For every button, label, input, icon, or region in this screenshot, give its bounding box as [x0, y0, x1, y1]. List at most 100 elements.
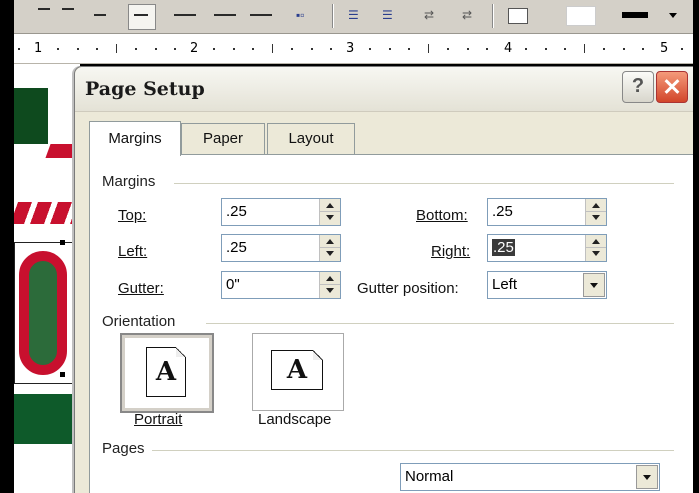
- ruler-dot: [389, 48, 391, 50]
- shadow-icon[interactable]: ▪▫: [296, 8, 305, 22]
- ruler-dot: [681, 48, 683, 50]
- landscape-option[interactable]: A: [252, 333, 344, 411]
- right-label: Right:: [431, 243, 471, 260]
- dialog-title: Page Setup: [85, 78, 205, 100]
- ruler-dot: [525, 48, 527, 50]
- left-spinner[interactable]: .25: [221, 234, 341, 262]
- spin-down-icon[interactable]: [320, 212, 340, 224]
- margins-tab-panel: Margins Top: .25 Left: .25 Gutter: 0" Bo…: [89, 154, 699, 493]
- top-spinner[interactable]: .25: [221, 198, 341, 226]
- gutter-spinner[interactable]: 0": [221, 271, 341, 299]
- resize-handle[interactable]: [60, 240, 65, 245]
- spin-down-icon[interactable]: [320, 285, 340, 297]
- right-value: .25: [492, 239, 515, 256]
- ruler-dot: [174, 48, 176, 50]
- spin-up-icon[interactable]: [586, 199, 606, 212]
- group-divider: [152, 450, 674, 451]
- line-style-button[interactable]: [128, 4, 156, 30]
- spin-up-icon[interactable]: [320, 235, 340, 248]
- landscape-label[interactable]: Landscape: [258, 411, 331, 428]
- screen-edge-right: [693, 0, 699, 493]
- ruler-number: 1: [34, 41, 43, 56]
- ruler-tick: [116, 44, 117, 53]
- multiple-pages-select[interactable]: Normal: [400, 463, 660, 491]
- ruler-number: 2: [190, 41, 199, 56]
- ruler-dot: [564, 48, 566, 50]
- portrait-label[interactable]: Portrait: [134, 411, 182, 428]
- ruler-tick: [272, 44, 273, 53]
- resize-handle[interactable]: [60, 372, 65, 377]
- dash-style-icon[interactable]: [214, 14, 236, 16]
- margins-group-label: Margins: [102, 173, 156, 190]
- bottom-label: Bottom:: [416, 207, 468, 224]
- left-value: .25: [226, 239, 247, 256]
- horizontal-ruler: 1 2 3 4 5: [14, 34, 693, 64]
- ruler-number: 4: [504, 41, 513, 56]
- fill-color-swatch[interactable]: [566, 6, 596, 26]
- chevron-down-icon[interactable]: [636, 465, 658, 489]
- spinner-arrows: [585, 199, 606, 225]
- ruler-dot: [77, 48, 79, 50]
- selected-image[interactable]: [14, 242, 76, 384]
- ruler-tick: [584, 44, 585, 53]
- screen: ▪▫ ☰ ☰ ⇄ ⇄ 1 2 3 4 5 Page Setup ? Margin…: [0, 0, 699, 493]
- ruler-dot: [330, 48, 332, 50]
- rotate-left-icon[interactable]: ⇄: [424, 8, 434, 22]
- frame-icon[interactable]: [508, 8, 528, 24]
- ruler-number: 5: [660, 41, 669, 56]
- ruler-dot: [311, 48, 313, 50]
- ruler-dot: [603, 48, 605, 50]
- spin-up-icon[interactable]: [586, 235, 606, 248]
- ruler-dot: [18, 48, 20, 50]
- right-spinner[interactable]: .25: [487, 234, 607, 262]
- spin-up-icon[interactable]: [320, 272, 340, 285]
- line-weight-icon[interactable]: [174, 14, 196, 16]
- tab-margins[interactable]: Margins: [89, 121, 181, 156]
- top-value: .25: [226, 203, 247, 220]
- line-color-swatch[interactable]: [622, 12, 648, 18]
- ruler-dot: [57, 48, 59, 50]
- ruler-dot: [233, 48, 235, 50]
- screen-edge-left: [0, 0, 14, 493]
- logo-image: [14, 88, 48, 144]
- line-style-icon: [134, 14, 148, 16]
- tab-paper[interactable]: Paper: [181, 123, 265, 154]
- spinner-arrows: [319, 272, 340, 298]
- document-page: [14, 64, 80, 493]
- ruler-dot: [135, 48, 137, 50]
- ruler-dot: [447, 48, 449, 50]
- gutter-position-label: Gutter position:: [357, 280, 459, 297]
- bottom-spinner[interactable]: .25: [487, 198, 607, 226]
- send-backward-icon[interactable]: ☰: [382, 8, 393, 22]
- rotate-right-icon[interactable]: ⇄: [462, 8, 472, 22]
- spinner-arrows: [585, 235, 606, 261]
- help-button[interactable]: ?: [622, 71, 654, 103]
- group-divider: [206, 323, 674, 324]
- align-icon[interactable]: [94, 14, 106, 16]
- multiple-pages-value: Normal: [405, 468, 454, 485]
- dialog-titlebar[interactable]: Page Setup ?: [75, 67, 699, 112]
- group-divider: [174, 183, 674, 184]
- page-setup-dialog: Page Setup ? Margins Paper Layout Margin…: [74, 66, 699, 493]
- gutter-position-select[interactable]: Left: [487, 271, 607, 299]
- ruler-tick: [428, 44, 429, 53]
- pages-group-label: Pages: [102, 440, 145, 457]
- spin-down-icon[interactable]: [320, 248, 340, 260]
- portrait-option[interactable]: A: [120, 333, 214, 413]
- toolbar-icon-1[interactable]: [38, 8, 50, 10]
- gutter-label: Gutter:: [118, 280, 164, 297]
- chevron-down-icon[interactable]: [583, 273, 605, 297]
- arrow-style-icon[interactable]: [250, 14, 272, 16]
- spin-down-icon[interactable]: [586, 212, 606, 224]
- close-icon[interactable]: [656, 71, 688, 103]
- chevron-down-icon[interactable]: [669, 13, 677, 18]
- tab-layout[interactable]: Layout: [267, 123, 355, 154]
- toolbar-icon-2[interactable]: [62, 8, 74, 10]
- portrait-page-icon: A: [146, 347, 186, 397]
- bring-forward-icon[interactable]: ☰: [348, 8, 359, 22]
- formatting-toolbar: ▪▫ ☰ ☰ ⇄ ⇄: [14, 0, 693, 34]
- ruler-dot: [408, 48, 410, 50]
- spin-up-icon[interactable]: [320, 199, 340, 212]
- spin-down-icon[interactable]: [586, 248, 606, 260]
- toolbar-separator: [332, 4, 334, 28]
